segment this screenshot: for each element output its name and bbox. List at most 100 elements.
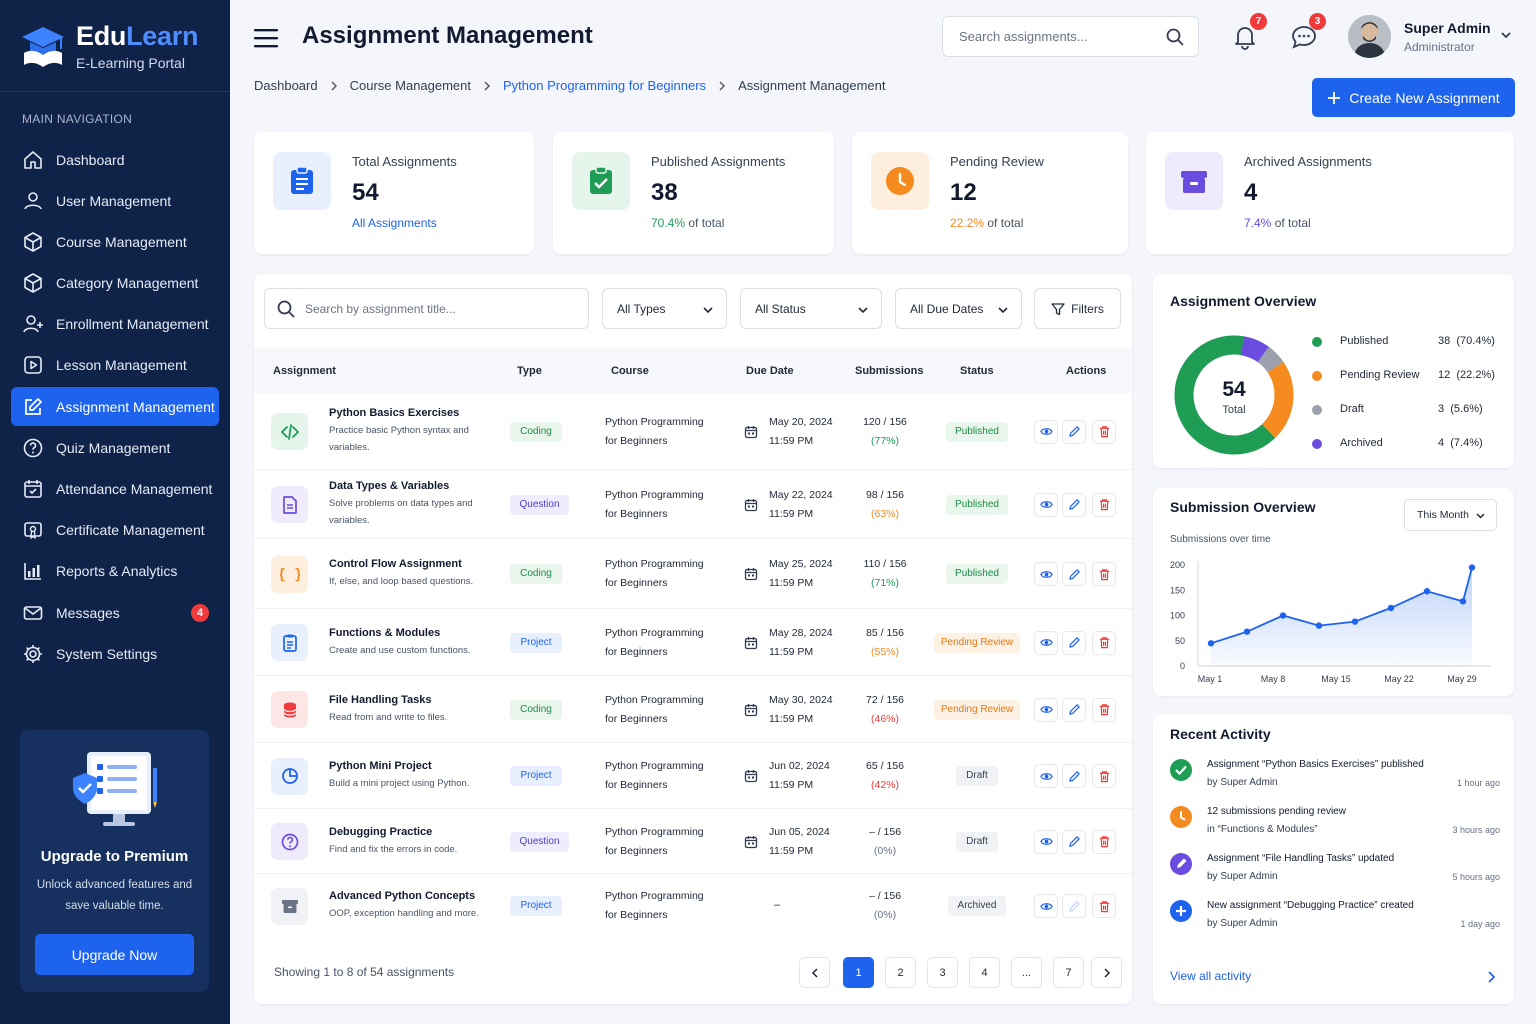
delete-button[interactable]: [1092, 829, 1116, 854]
next-page-button[interactable]: [1091, 957, 1122, 988]
data-point[interactable]: [1243, 628, 1251, 635]
col-submissions[interactable]: Submissions: [855, 365, 923, 377]
edit-button[interactable]: [1062, 419, 1086, 444]
assignment-search-input[interactable]: [305, 289, 575, 328]
filters-button[interactable]: Filters: [1034, 288, 1121, 329]
table-row[interactable]: { } Control Flow Assignment If, else, and …: [254, 539, 1132, 609]
edit-button[interactable]: [1062, 562, 1086, 586]
view-button[interactable]: [1034, 894, 1058, 918]
col-type[interactable]: Type: [517, 365, 542, 377]
view-button[interactable]: [1034, 829, 1058, 854]
delete-button[interactable]: [1092, 492, 1116, 517]
data-point[interactable]: [1351, 618, 1359, 625]
page-button-1[interactable]: 1: [843, 957, 874, 988]
chevron-right-icon[interactable]: [1486, 971, 1496, 983]
assignment-title[interactable]: Advanced Python Concepts: [329, 890, 475, 902]
table-row[interactable]: Advanced Python Concepts OOP, exception h…: [254, 874, 1132, 938]
data-point[interactable]: [1468, 564, 1476, 571]
prev-page-button[interactable]: [799, 957, 830, 988]
assignment-title[interactable]: File Handling Tasks: [329, 694, 432, 706]
delete-button[interactable]: [1092, 764, 1116, 788]
data-point[interactable]: [1387, 604, 1395, 612]
sidebar-item-assignment-management[interactable]: Assignment Management: [11, 387, 219, 427]
page-button-4[interactable]: 4: [969, 957, 1000, 988]
assignment-title[interactable]: Data Types & Variables: [329, 480, 449, 492]
top-search-box[interactable]: [942, 16, 1199, 57]
sidebar-item-user-management[interactable]: User Management: [11, 181, 219, 220]
view-button[interactable]: [1034, 630, 1058, 655]
edit-button[interactable]: [1062, 492, 1086, 517]
breadcrumb-course-management[interactable]: Course Management: [350, 78, 471, 93]
messages-button[interactable]: 3: [1290, 13, 1326, 51]
edit-button[interactable]: [1062, 764, 1086, 788]
sidebar-item-system-settings[interactable]: System Settings: [11, 634, 219, 673]
delete-button[interactable]: [1092, 562, 1116, 586]
assignment-title[interactable]: Python Basics Exercises: [329, 407, 459, 419]
breadcrumb-dashboard[interactable]: Dashboard: [254, 78, 318, 93]
col-assignment[interactable]: Assignment: [273, 365, 336, 377]
page-button-7[interactable]: 7: [1053, 957, 1084, 988]
sidebar-item-category-management[interactable]: Category Management: [11, 264, 219, 303]
view-all-activity-link[interactable]: View all activity: [1170, 969, 1251, 983]
sidebar-item-certificate-management[interactable]: Certificate Management: [11, 511, 219, 550]
assignment-title[interactable]: Python Mini Project: [329, 760, 432, 772]
type-filter-select[interactable]: All Types: [602, 288, 727, 329]
table-row[interactable]: Data Types & Variables Solve problems on …: [254, 470, 1132, 539]
due-date-filter-select[interactable]: All Due Dates: [895, 288, 1022, 329]
edit-button[interactable]: [1062, 829, 1086, 854]
view-button[interactable]: [1034, 562, 1058, 586]
create-new-assignment-button[interactable]: Create New Assignment: [1312, 78, 1515, 117]
delete-button[interactable]: [1092, 419, 1116, 444]
table-row[interactable]: Debugging Practice Find and fix the error…: [254, 809, 1132, 874]
table-row[interactable]: Functions & Modules Create and use custom…: [254, 609, 1132, 676]
notifications-button[interactable]: 7: [1231, 13, 1267, 51]
delete-button[interactable]: [1092, 630, 1116, 655]
data-point[interactable]: [1315, 622, 1323, 629]
avatar[interactable]: [1348, 15, 1391, 58]
period-select[interactable]: This Month: [1404, 499, 1497, 531]
activity-item[interactable]: Assignment “Python Basics Exercises” pub…: [1170, 759, 1500, 799]
activity-item[interactable]: Assignment “File Handling Tasks” updated…: [1170, 853, 1500, 893]
delete-button[interactable]: [1092, 697, 1116, 722]
chevron-down-icon[interactable]: [1499, 28, 1513, 42]
brand[interactable]: EduLearn E-Learning Portal: [0, 0, 230, 92]
assignment-search-box[interactable]: [264, 288, 589, 329]
view-button[interactable]: [1034, 492, 1058, 517]
col-course[interactable]: Course: [611, 365, 649, 377]
user-name[interactable]: Super Admin: [1404, 20, 1491, 36]
edit-button[interactable]: [1062, 630, 1086, 655]
page-button-3[interactable]: 3: [927, 957, 958, 988]
delete-button[interactable]: [1092, 894, 1116, 918]
sidebar-item-lesson-management[interactable]: Lesson Management: [11, 346, 219, 385]
data-point[interactable]: [1423, 588, 1431, 595]
sidebar-item-reports-analytics[interactable]: Reports & Analytics: [11, 552, 219, 591]
sidebar-item-attendance-management[interactable]: Attendance Management: [11, 470, 219, 509]
data-point[interactable]: [1207, 640, 1215, 647]
col-status[interactable]: Status: [960, 365, 994, 377]
status-filter-select[interactable]: All Status: [740, 288, 882, 329]
view-button[interactable]: [1034, 419, 1058, 444]
assignment-title[interactable]: Control Flow Assignment: [329, 558, 462, 570]
breadcrumb-course[interactable]: Python Programming for Beginners: [503, 78, 706, 93]
all-assignments-link[interactable]: All Assignments: [352, 216, 437, 230]
search-icon[interactable]: [1166, 28, 1184, 46]
activity-item[interactable]: New assignment “Debugging Practice” crea…: [1170, 900, 1500, 940]
assignment-title[interactable]: Debugging Practice: [329, 826, 432, 838]
sidebar-item-course-management[interactable]: Course Management: [11, 222, 219, 261]
data-point[interactable]: [1459, 598, 1467, 605]
sidebar-item-enrollment-management[interactable]: Enrollment Management: [11, 305, 219, 344]
sidebar-item-dashboard[interactable]: Dashboard: [11, 140, 219, 179]
edit-button[interactable]: [1062, 697, 1086, 722]
sidebar-item-quiz-management[interactable]: Quiz Management: [11, 428, 219, 467]
view-button[interactable]: [1034, 697, 1058, 722]
sidebar-item-messages[interactable]: Messages 4: [11, 593, 219, 632]
page-button-2[interactable]: 2: [885, 957, 916, 988]
assignment-title[interactable]: Functions & Modules: [329, 627, 440, 639]
top-search-input[interactable]: [959, 17, 1159, 56]
data-point[interactable]: [1279, 612, 1287, 619]
col-due-date[interactable]: Due Date: [746, 365, 794, 377]
table-row[interactable]: Python Basics Exercises Practice basic Py…: [254, 393, 1132, 470]
activity-item[interactable]: 12 submissions pending review in “Functio…: [1170, 806, 1500, 846]
table-row[interactable]: File Handling Tasks Read from and write t…: [254, 676, 1132, 743]
table-row[interactable]: Python Mini Project Build a mini project …: [254, 743, 1132, 809]
